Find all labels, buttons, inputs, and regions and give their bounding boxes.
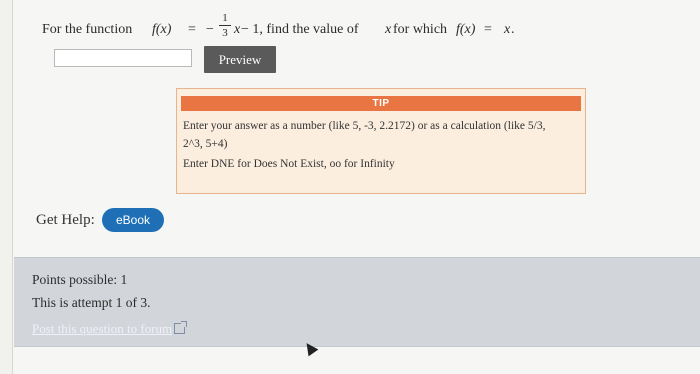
tip-line-1: Enter your answer as a number (like 5, -… xyxy=(183,120,546,132)
question-text: For the function f(x) = − 1 3 x − 1, fin… xyxy=(42,12,642,48)
fraction-bar xyxy=(219,25,231,26)
post-to-forum-label[interactable]: Post this question to forum xyxy=(32,321,172,336)
points-possible: Points possible: 1 xyxy=(32,272,128,287)
fraction-one-third: 1 3 xyxy=(218,12,232,39)
fraction-denominator: 3 xyxy=(222,27,228,39)
minus-sign: − xyxy=(206,22,214,37)
question-period: . xyxy=(511,22,515,37)
question-prefix: For the function xyxy=(42,22,133,37)
function-f-of-x: f(x) xyxy=(456,22,476,37)
get-help-label: Get Help: xyxy=(36,212,95,228)
question-middle-text: − 1, find the value of xyxy=(241,22,359,37)
for-which-text: for which xyxy=(393,22,448,37)
post-to-forum-link[interactable]: Post this question to forum xyxy=(32,321,188,337)
preview-button[interactable]: Preview xyxy=(204,46,276,73)
function-f-of-x: f(x) xyxy=(152,22,172,37)
points-panel: Points possible: 1 This is attempt 1 of … xyxy=(14,257,700,347)
tip-line-2: 2^3, 5+4) xyxy=(183,138,228,150)
attempt-count: This is attempt 1 of 3. xyxy=(32,295,151,310)
tip-line-3: Enter DNE for Does Not Exist, oo for Inf… xyxy=(183,158,395,170)
variable-x: x xyxy=(385,22,392,37)
tip-box: TIP Enter your answer as a number (like … xyxy=(176,88,586,194)
ebook-button[interactable]: eBook xyxy=(102,208,164,232)
equals-sign: = xyxy=(484,22,492,37)
variable-x: x xyxy=(234,22,241,37)
tip-header: TIP xyxy=(181,96,581,111)
equals-sign: = xyxy=(188,22,196,37)
variable-x: x xyxy=(504,22,511,37)
fraction-numerator: 1 xyxy=(222,12,228,24)
external-link-icon[interactable] xyxy=(174,321,188,334)
answer-input[interactable] xyxy=(54,49,192,67)
